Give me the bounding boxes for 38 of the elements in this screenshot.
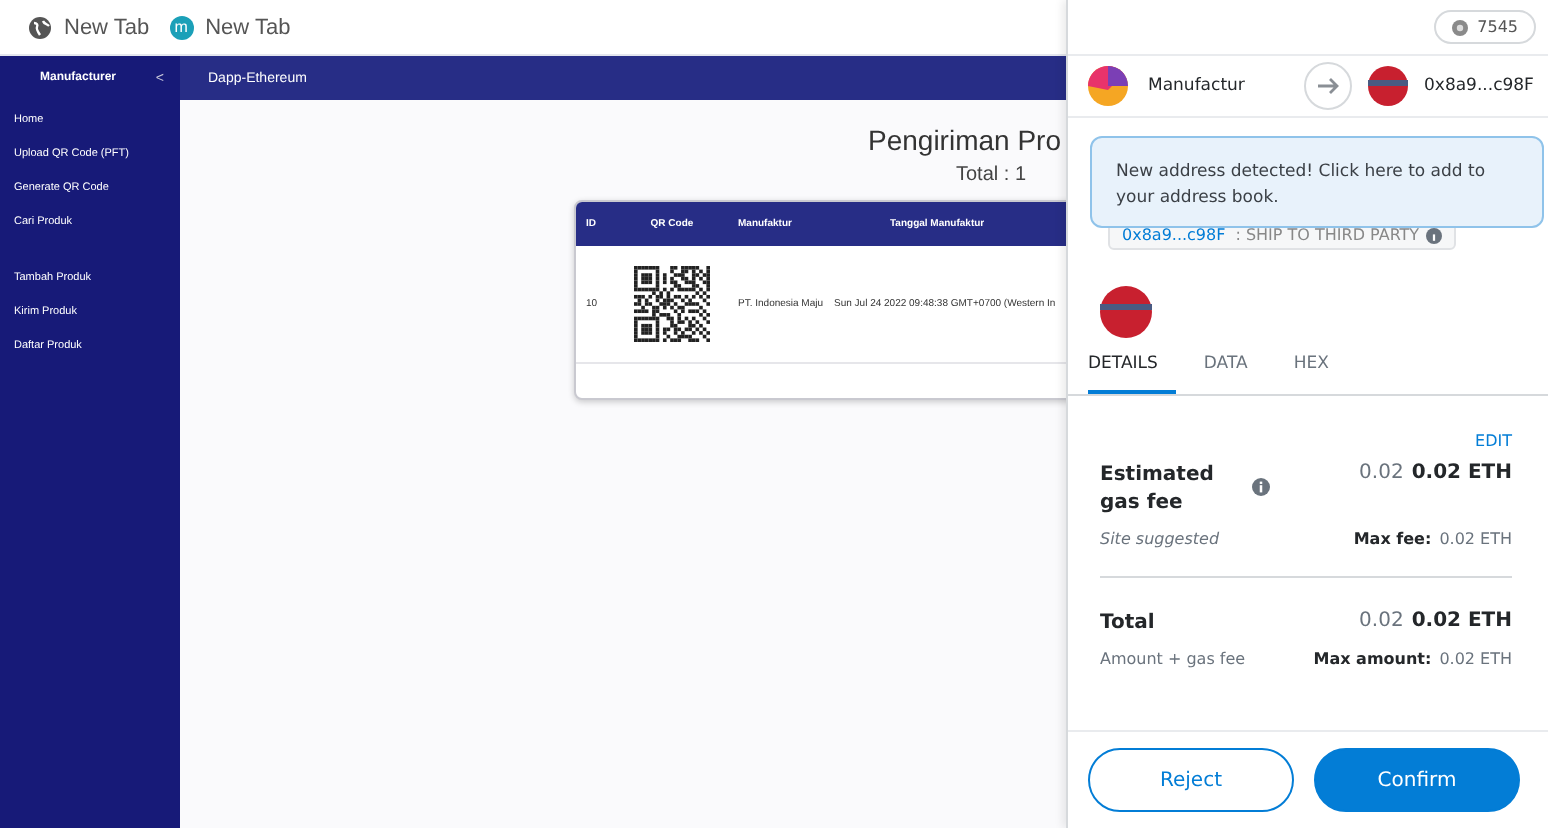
- browser-tab[interactable]: New Tab: [28, 15, 150, 39]
- max-label: Max fee:: [1353, 530, 1432, 548]
- max-value: 0.02 ETH: [1439, 530, 1512, 548]
- details-tab[interactable]: HEX: [1293, 354, 1347, 394]
- fee-label: Total: [1100, 610, 1157, 638]
- confirm-button[interactable]: Confirm: [1314, 748, 1520, 812]
- reject-button[interactable]: Reject: [1088, 748, 1294, 812]
- details-tab[interactable]: DATA: [1203, 354, 1266, 394]
- tab-label: New Tab: [205, 15, 291, 39]
- fee-amount: 0.02: [1359, 610, 1404, 632]
- contract-avatar: [1100, 286, 1152, 338]
- edit-link[interactable]: EDIT: [1475, 432, 1512, 450]
- method-name: : SHIP TO THIRD PARTY: [1235, 226, 1420, 244]
- globe-icon: [28, 15, 52, 39]
- fee-amount-eth: 0.02 ETH: [1411, 610, 1512, 632]
- max-label: Max amount:: [1313, 650, 1432, 668]
- fee-label: Estimated gas fee: [1100, 462, 1216, 518]
- fee-note: Site suggested: [1100, 530, 1220, 548]
- page-title: Pengiriman Pro: [868, 124, 1061, 160]
- browser-tab[interactable]: m New Tab: [169, 15, 291, 39]
- account-name: Manufactur: [1148, 76, 1247, 96]
- account-avatar: [1088, 66, 1128, 106]
- info-icon: [1425, 227, 1442, 243]
- fee-amount-eth: 0.02 ETH: [1411, 462, 1512, 484]
- network-id: 7545: [1477, 18, 1518, 36]
- recipient-avatar: [1368, 66, 1408, 106]
- recipient-address: 0x8a9...c98F: [1424, 76, 1534, 96]
- details-tab[interactable]: DETAILS: [1088, 354, 1176, 394]
- total-count: Total : 1: [956, 164, 1027, 186]
- address-notice[interactable]: New address detected! Click here to add to your address book.: [1090, 136, 1544, 228]
- site-icon: m: [169, 15, 194, 39]
- tab-label: New Tab: [64, 15, 150, 39]
- network-icon: [1451, 19, 1468, 35]
- max-value: 0.02 ETH: [1439, 650, 1512, 668]
- qr-code: [634, 266, 710, 342]
- fee-note: Amount + gas fee: [1100, 650, 1246, 668]
- fee-amount: 0.02: [1359, 462, 1404, 484]
- contract-address[interactable]: 0x8a9...c98F: [1122, 226, 1226, 244]
